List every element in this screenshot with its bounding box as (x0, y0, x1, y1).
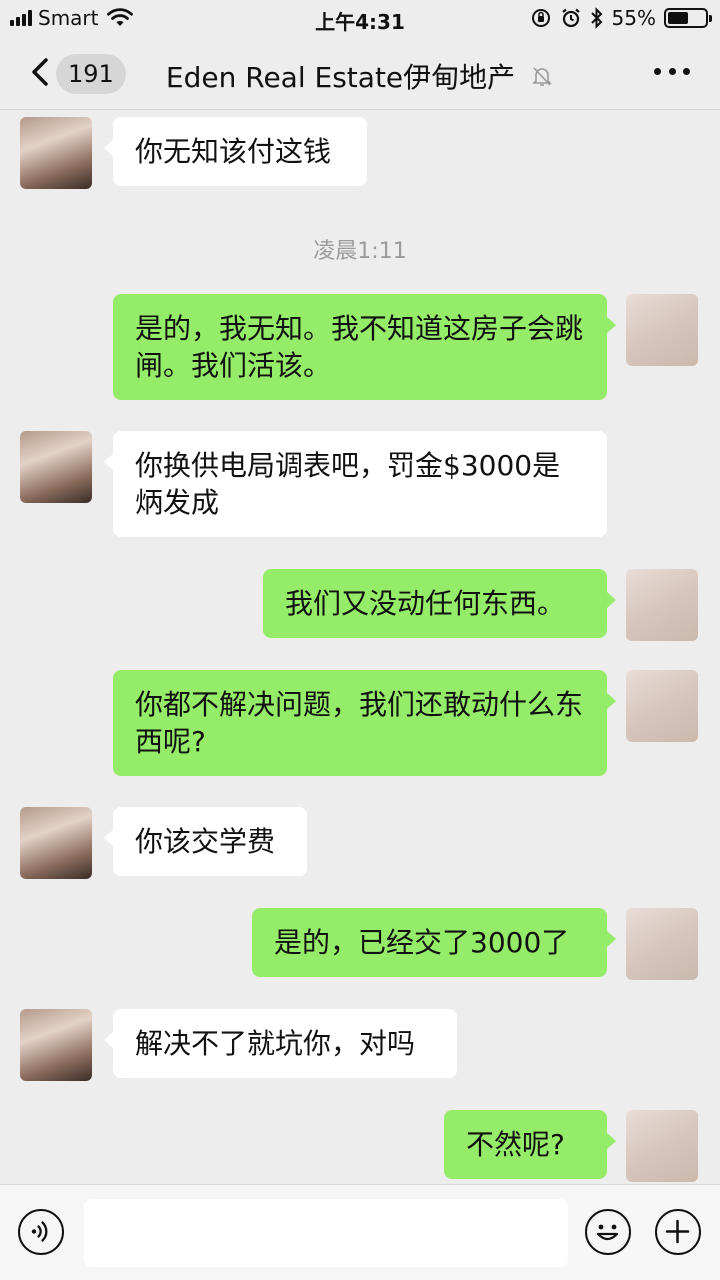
self-avatar[interactable] (626, 1110, 698, 1182)
message-bubble-incoming: 你换供电局调表吧，罚金$3000是炳发成 (104, 431, 607, 537)
message-bubble-incoming: 你该交学费 (104, 807, 307, 876)
message-input-bar (0, 1184, 720, 1280)
self-avatar[interactable] (626, 908, 698, 980)
mute-bell-icon (532, 67, 552, 86)
battery-percent: 55% (611, 6, 656, 30)
orientation-lock-icon (531, 9, 550, 27)
more-icon[interactable] (654, 68, 690, 80)
battery-icon (664, 8, 712, 28)
bluetooth-icon (590, 7, 602, 29)
chat-title: Eden Real Estate伊甸地产 (165, 61, 516, 94)
message-bubble-outgoing: 不然呢? (444, 1110, 616, 1179)
message-bubble-outgoing: 我们又没动任何东西。 (263, 569, 616, 638)
message-bubble-outgoing: 是的，已经交了3000了 (252, 908, 616, 977)
alarm-icon (561, 8, 580, 28)
message-bubble-outgoing: 是的，我无知。我不知道这房子会跳闸。我们活该。 (113, 294, 616, 400)
contact-avatar[interactable] (20, 431, 92, 503)
message-bubble-outgoing: 你都不解决问题，我们还敢动什么东西呢? (113, 670, 616, 776)
message-bubble-incoming: 你无知该付这钱 (104, 117, 367, 186)
chat-title-area: Eden Real Estate伊甸地产 (0, 56, 720, 96)
self-avatar[interactable] (626, 569, 698, 641)
self-avatar[interactable] (626, 670, 698, 742)
emoji-icon[interactable] (585, 1209, 631, 1255)
chat-timestamp: 凌晨1:11 (313, 239, 407, 264)
contact-avatar[interactable] (20, 117, 92, 189)
contact-avatar[interactable] (20, 1009, 92, 1081)
message-bubble-incoming: 解决不了就坑你，对吗 (104, 1009, 457, 1078)
message-input[interactable] (84, 1199, 568, 1267)
plus-icon[interactable] (655, 1209, 701, 1255)
self-avatar[interactable] (626, 294, 698, 366)
status-bar: Smart 上午4:31 55% (0, 0, 720, 38)
chat-header: 191 Eden Real Estate伊甸地产 (0, 38, 720, 110)
voice-icon[interactable] (18, 1209, 64, 1255)
contact-avatar[interactable] (20, 807, 92, 879)
